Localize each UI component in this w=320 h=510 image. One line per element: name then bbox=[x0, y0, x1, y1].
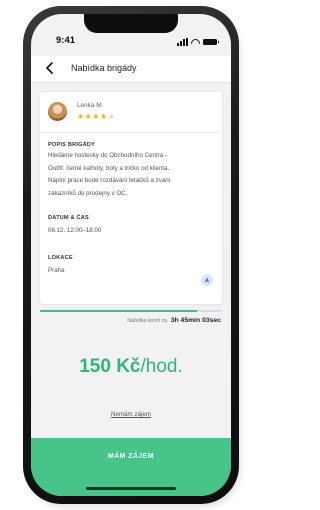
countdown-value: 3h 45min 03sec bbox=[170, 317, 221, 324]
battery-icon bbox=[203, 39, 219, 45]
employer-avatar bbox=[48, 102, 67, 121]
countdown-progress-fill bbox=[40, 310, 197, 312]
description-line: zákazníků do prodejny v OC. bbox=[48, 189, 128, 197]
rating-stars: ★★★★★ bbox=[77, 112, 115, 121]
countdown: Nabídka končí za 3h 45min 03sec bbox=[127, 317, 221, 324]
status-icons bbox=[177, 36, 219, 46]
star-filled-icon: ★ bbox=[100, 112, 108, 121]
star-filled-icon: ★ bbox=[92, 112, 101, 121]
not-interested-link[interactable]: Nemám zájem bbox=[31, 411, 231, 418]
phone-frame: 9:41 Nabídka brigády Lenka M. ★★★★★ POPI… bbox=[23, 6, 239, 504]
hourly-rate: 150 Kč/hod. bbox=[31, 356, 231, 378]
countdown-progress-bar bbox=[40, 310, 222, 312]
price-amount: 150 Kč bbox=[79, 356, 141, 377]
price-unit: /hod. bbox=[140, 356, 183, 377]
datetime-label: DATUM & ČAS bbox=[48, 215, 89, 221]
datetime-value: 06.12. 12:00–18:00 bbox=[48, 227, 102, 234]
description-line: Hledáme hostesky do Obchodního Centra - bbox=[48, 152, 168, 159]
star-filled-icon: ★ bbox=[77, 112, 85, 121]
back-arrow-icon[interactable] bbox=[43, 60, 57, 76]
employer-name: Lenka M. bbox=[77, 102, 104, 109]
location-label: LOKACE bbox=[48, 255, 73, 261]
divider bbox=[40, 132, 222, 133]
description-line: Náplní práce bude rozdávání letáčků a zv… bbox=[48, 177, 171, 184]
status-time: 9:41 bbox=[56, 35, 76, 46]
description-line: Outfit: černé kalhoty, boty a tričko od … bbox=[48, 164, 170, 172]
page-title: Nabídka brigády bbox=[71, 63, 137, 73]
home-indicator bbox=[86, 487, 176, 490]
location-value: Praha bbox=[48, 267, 65, 274]
star-empty-icon: ★ bbox=[107, 112, 116, 121]
description-label: POPIS BRIGÁDY bbox=[48, 142, 96, 148]
wifi-icon bbox=[191, 39, 200, 46]
app-header: Nabídka brigády bbox=[31, 56, 231, 83]
phone-screen: 9:41 Nabídka brigády Lenka M. ★★★★★ POPI… bbox=[31, 14, 231, 496]
navigate-button[interactable] bbox=[201, 274, 213, 286]
notch bbox=[84, 14, 178, 33]
navigation-arrow-icon bbox=[204, 277, 210, 283]
description-text: Hledáme hostesky do Obchodního Centra - … bbox=[48, 152, 220, 200]
job-card: Lenka M. ★★★★★ POPIS BRIGÁDY Hledáme hos… bbox=[40, 92, 222, 304]
countdown-label: Nabídka končí za bbox=[127, 318, 168, 324]
signal-icon bbox=[177, 38, 188, 46]
